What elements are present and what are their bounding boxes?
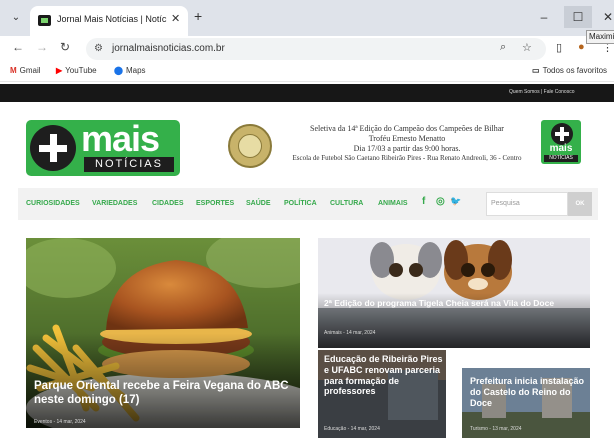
browser-tab[interactable]: Jornal Mais Notícias | Notícias ✕	[30, 6, 188, 36]
banner-line: Troféu Ernesto Menatto	[368, 134, 446, 143]
banner-logo-subtitle: NOTÍCIAS	[544, 155, 578, 162]
site-nav: CURIOSIDADES VARIEDADES CIDADES ESPORTES…	[18, 188, 598, 220]
banner-logo: mais NOTÍCIAS	[541, 120, 581, 164]
tab-close-icon[interactable]: ✕	[171, 12, 180, 25]
nav-item-cidades[interactable]: CIDADES	[152, 200, 184, 207]
bookmark-label: Maps	[125, 66, 146, 75]
nav-item-curiosidades[interactable]: CURIOSIDADES	[26, 200, 80, 207]
youtube-icon: ▶	[56, 66, 63, 75]
article-meta: Eventos - 14 mar, 2024	[34, 419, 86, 425]
article-card[interactable]: Prefeitura inicia instalação do Castelo …	[462, 368, 590, 438]
article-title[interactable]: Parque Oriental recebe a Feira Vegana do…	[34, 380, 296, 408]
logo-subtitle: NOTÍCIAS	[95, 158, 163, 170]
url-text[interactable]: jornalmaisnoticias.com.br	[112, 43, 225, 54]
search-input[interactable]: Pesquisa	[486, 192, 568, 216]
article-title[interactable]: 2ª Edição do programa Tigela Cheia será …	[324, 298, 586, 308]
nav-item-saude[interactable]: SAÚDE	[246, 200, 271, 207]
browser-toolbar: ← → ↻ ⚙ jornalmaisnoticias.com.br ⌕ ☆ ▯ …	[0, 36, 614, 62]
reload-icon[interactable]: ↻	[60, 40, 70, 54]
nav-item-animais[interactable]: ANIMAIS	[378, 200, 408, 207]
top-links[interactable]: Quem Somos | Fale Conosco	[509, 89, 575, 95]
all-bookmarks-label: Todos os favoritos	[542, 66, 608, 75]
search-button[interactable]: OK	[568, 192, 592, 216]
address-bar[interactable]: ⚙ jornalmaisnoticias.com.br ⌕ ☆	[86, 38, 546, 60]
bookmark-youtube[interactable]: ▶ YouTube	[56, 66, 97, 75]
bookmark-star-icon[interactable]: ☆	[522, 41, 532, 54]
event-banner[interactable]: Seletiva da 14ª Edição do Campeão dos Ca…	[276, 124, 538, 163]
back-arrow-icon[interactable]: ←	[12, 40, 24, 54]
all-bookmarks[interactable]: ▭ Todos os favoritos	[532, 66, 607, 75]
article-title[interactable]: Prefeitura inicia instalação do Castelo …	[470, 376, 588, 408]
banner-logo-plus-icon	[551, 123, 573, 145]
side-panel-icon[interactable]: ▯	[556, 41, 562, 54]
maps-pin-icon: ⬤	[114, 66, 123, 75]
forward-arrow-icon[interactable]: →	[36, 40, 48, 54]
bookmarks-bar: M Gmail ▶ YouTube ⬤ Maps ▭ Todos os favorito…	[0, 62, 614, 82]
browser-tab-strip: ⌄ Jornal Mais Notícias | Notícias ✕ + – …	[0, 0, 614, 36]
new-tab-button[interactable]: +	[194, 9, 202, 23]
article-meta: Animais - 14 mar, 2024	[324, 330, 376, 336]
nav-item-politica[interactable]: POLÍTICA	[284, 200, 317, 207]
profile-avatar-icon[interactable]: ●	[578, 41, 585, 53]
nav-item-variedades[interactable]: VARIEDADES	[92, 200, 137, 207]
bookmark-label: YouTube	[65, 66, 97, 75]
logo-plus-icon	[30, 125, 76, 171]
tab-search-chevron-icon[interactable]: ⌄	[8, 10, 24, 26]
logo-word: mais	[81, 118, 160, 159]
banner-line: Seletiva da 14ª Edição do Campeão dos Ca…	[310, 124, 504, 133]
instagram-icon[interactable]: ◎	[436, 196, 445, 207]
article-card[interactable]: Educação de Ribeirão Pires e UFABC renov…	[318, 350, 446, 438]
site-top-bar: Quem Somos | Fale Conosco	[0, 84, 614, 102]
banner-logo-word: mais	[549, 143, 573, 154]
article-card[interactable]: 2ª Edição do programa Tigela Cheia será …	[318, 238, 590, 348]
folder-icon: ▭	[532, 66, 540, 75]
tab-title: Jornal Mais Notícias | Notícias	[57, 14, 167, 24]
close-window-button[interactable]: ✕	[594, 6, 614, 28]
logo-subtitle-box: NOTÍCIAS	[84, 157, 174, 172]
search-placeholder: Pesquisa	[491, 200, 520, 207]
article-meta: Educação - 14 mar, 2024	[324, 426, 380, 432]
minimize-button[interactable]: –	[530, 6, 558, 28]
gmail-icon: M	[10, 66, 17, 75]
maximize-tooltip: Maximizar	[586, 30, 614, 44]
article-meta: Turismo - 13 mar, 2024	[470, 426, 522, 432]
nav-item-cultura[interactable]: CULTURA	[330, 200, 363, 207]
article-title[interactable]: Educação de Ribeirão Pires e UFABC renov…	[324, 354, 444, 397]
zoom-icon[interactable]: ⌕	[500, 41, 506, 54]
bookmark-label: Gmail	[19, 66, 41, 75]
twitter-icon[interactable]: 🐦	[450, 196, 461, 207]
nav-item-esportes[interactable]: ESPORTES	[196, 200, 234, 207]
site-info-icon[interactable]: ⚙	[94, 43, 103, 54]
site-logo[interactable]: mais NOTÍCIAS	[26, 120, 180, 176]
banner-line: Escola de Futebol São Caetano Ribeirão P…	[292, 154, 522, 162]
facebook-icon[interactable]: f	[422, 196, 425, 207]
bookmark-gmail[interactable]: M Gmail	[10, 66, 41, 75]
bookmark-maps[interactable]: ⬤ Maps	[114, 66, 146, 75]
maximize-button[interactable]: ☐	[564, 6, 592, 28]
banner-line: Dia 17/03 a partir das 9:00 horas.	[353, 144, 461, 153]
featured-article-card[interactable]: Parque Oriental recebe a Feira Vegana do…	[26, 238, 300, 428]
site-favicon-icon	[38, 15, 51, 26]
billiards-seal-icon	[228, 124, 272, 168]
